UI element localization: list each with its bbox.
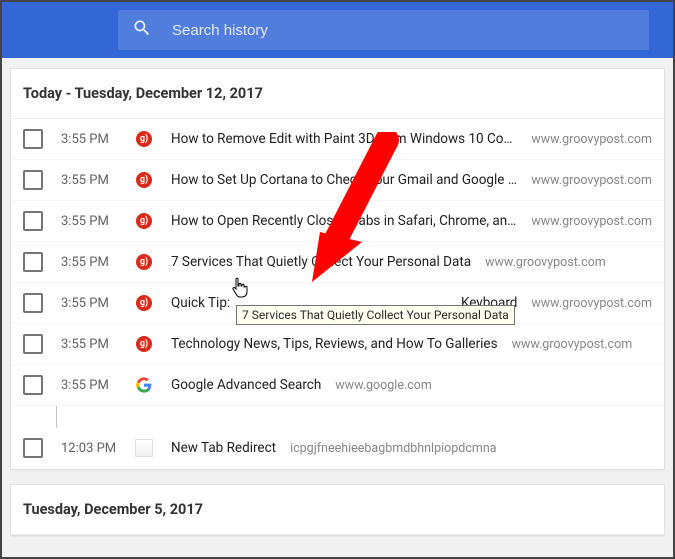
history-time: 3:55 PM (61, 214, 135, 229)
blank-favicon (135, 439, 153, 457)
history-domain[interactable]: www.groovypost.com (531, 132, 652, 147)
history-row[interactable]: 3:55 PMg) Technology News, Tips, Reviews,… (11, 324, 664, 365)
pointer-cursor-icon (230, 277, 250, 299)
groovypost-favicon: g) (136, 172, 152, 188)
favicon: g) (135, 171, 153, 189)
hover-tooltip: 7 Services That Quietly Collect Your Per… (236, 305, 515, 325)
history-title[interactable]: Google Advanced Search (171, 377, 321, 393)
history-row[interactable]: 12:03 PM New Tab Redirect icpgjfneehieebag… (11, 428, 664, 469)
app-frame: Today - Tuesday, December 12, 2017 3:55 P… (0, 0, 675, 559)
favicon: g) (135, 212, 153, 230)
history-time: 3:55 PM (61, 173, 135, 188)
history-domain[interactable]: www.groovypost.com (485, 255, 606, 270)
favicon (135, 376, 153, 394)
select-checkbox[interactable] (23, 211, 43, 231)
select-checkbox[interactable] (23, 293, 43, 313)
groovypost-favicon: g) (136, 131, 152, 147)
history-time: 3:55 PM (61, 378, 135, 393)
history-title[interactable]: New Tab Redirect (171, 440, 276, 456)
select-checkbox[interactable] (23, 252, 43, 272)
history-domain[interactable]: www.groovypost.com (531, 296, 652, 311)
history-time: 12:03 PM (61, 441, 135, 456)
history-time: 3:55 PM (61, 337, 135, 352)
favicon: g) (135, 294, 153, 312)
search-box[interactable] (118, 10, 649, 50)
groovypost-favicon: g) (136, 336, 152, 352)
history-domain[interactable]: www.groovypost.com (531, 214, 652, 229)
date-header: Tuesday, December 5, 2017 (11, 485, 664, 535)
search-icon (132, 18, 170, 42)
google-favicon (136, 377, 152, 393)
history-title[interactable]: Technology News, Tips, Reviews, and How … (171, 336, 498, 352)
history-time: 3:55 PM (61, 296, 135, 311)
favicon: g) (135, 253, 153, 271)
history-domain[interactable]: www.groovypost.com (531, 173, 652, 188)
history-time: 3:55 PM (61, 132, 135, 147)
annotation-arrow (312, 132, 402, 302)
groovypost-favicon: g) (136, 295, 152, 311)
select-checkbox[interactable] (23, 129, 43, 149)
history-domain[interactable]: icpgjfneehieebagbmdbhnlpiopdcmna (290, 441, 496, 456)
history-time: 3:55 PM (61, 255, 135, 270)
favicon (135, 439, 153, 457)
select-checkbox[interactable] (23, 170, 43, 190)
history-group: Tuesday, December 5, 2017 (10, 484, 665, 536)
favicon: g) (135, 335, 153, 353)
date-header: Today - Tuesday, December 12, 2017 (11, 69, 664, 119)
groovypost-favicon: g) (136, 213, 152, 229)
header-bar (2, 2, 673, 58)
search-input[interactable] (170, 21, 635, 40)
history-domain[interactable]: www.groovypost.com (512, 337, 633, 352)
favicon: g) (135, 130, 153, 148)
history-title[interactable]: Quick Tip: (171, 295, 230, 311)
groovypost-favicon: g) (136, 254, 152, 270)
group-separator (56, 406, 664, 428)
history-row[interactable]: 3:55 PM Google Advanced Search www.google.… (11, 365, 664, 406)
select-checkbox[interactable] (23, 334, 43, 354)
history-domain[interactable]: www.google.com (335, 378, 432, 393)
select-checkbox[interactable] (23, 438, 43, 458)
select-checkbox[interactable] (23, 375, 43, 395)
